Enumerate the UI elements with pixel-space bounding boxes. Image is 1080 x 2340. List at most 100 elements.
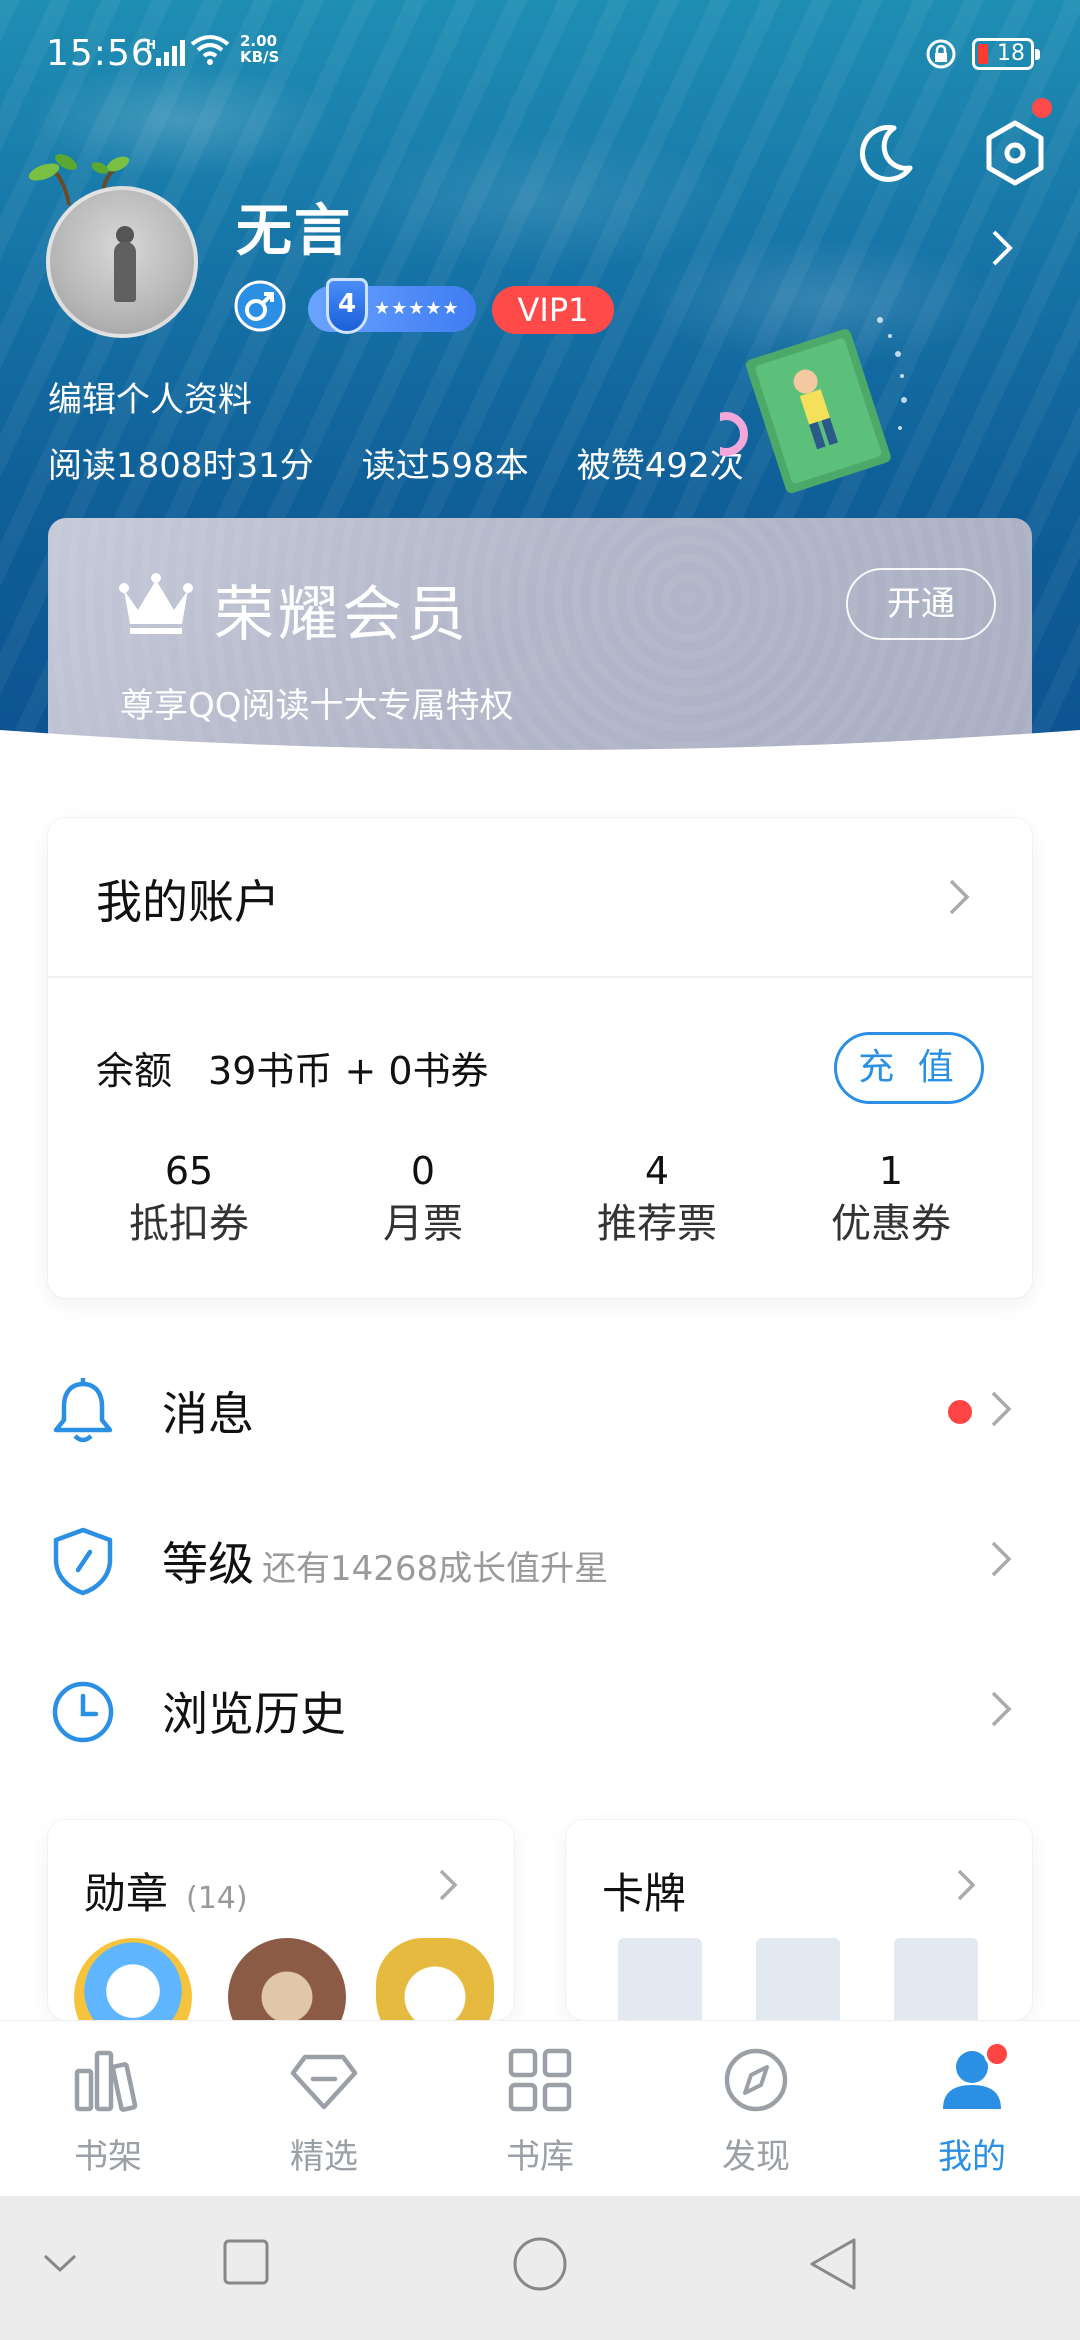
network-speed: 2.00 KB/S (240, 33, 279, 65)
ticket-monthly[interactable]: 0 月票 (306, 1148, 540, 1268)
signal-icon: H (146, 36, 186, 77)
books-read: 读过598本 (361, 446, 529, 486)
male-icon (234, 280, 286, 336)
avatar[interactable] (46, 186, 198, 338)
level-shield-icon: 4 (326, 278, 368, 334)
open-membership-button[interactable]: 开通 (846, 568, 996, 640)
ticket-count: 4 (644, 1149, 670, 1193)
bookshelf-icon (73, 2045, 143, 2119)
ticket-row: 65 抵扣券 0 月票 4 推荐票 1 优惠券 (48, 1148, 1032, 1268)
menu-label: 消息 (162, 1387, 254, 1441)
battery-level: 18 (997, 41, 1025, 66)
balance: 余额 39书币 + 0书券 (96, 1040, 489, 1095)
book-illustration-icon (704, 300, 920, 524)
ticket-count: 1 (878, 1149, 904, 1193)
likes-count: 被赞492次 (576, 446, 744, 486)
ticket-count: 0 (410, 1149, 436, 1193)
compass-icon (721, 2045, 791, 2119)
unread-dot (948, 1400, 972, 1424)
ticket-deduction[interactable]: 65 抵扣券 (72, 1148, 306, 1268)
tab-bookshelf[interactable]: 书架 (0, 2021, 216, 2197)
recharge-button[interactable]: 充 值 (834, 1032, 984, 1104)
chevron-right-icon (438, 1868, 458, 1906)
status-bar: 15:56 H 2.00 KB/S 18 (0, 0, 1080, 110)
shield-icon (50, 1526, 116, 1600)
menu-item-messages[interactable]: 消息 (0, 1334, 1080, 1484)
chevron-right-icon[interactable] (990, 228, 1014, 272)
penguin-medal-icon (74, 1938, 192, 2020)
battery-icon: 18 (972, 38, 1040, 70)
gold-medal-icon (376, 1938, 494, 2020)
ticket-coupon[interactable]: 1 优惠券 (774, 1148, 1008, 1268)
bell-icon (50, 1376, 116, 1450)
crown-icon (118, 572, 194, 640)
tab-library[interactable]: 书库 (432, 2021, 648, 2197)
level-stars: ★★★★★ (374, 298, 460, 319)
ticket-label: 抵扣券 (129, 1201, 249, 1247)
menu-item-level[interactable]: 等级 还有14268成长值升星 (0, 1484, 1080, 1634)
medals-label: 勋章 (84, 1869, 169, 1918)
balance-value: 39书币 + 0书券 (208, 1049, 489, 1093)
tab-label: 书库 (506, 2137, 574, 2177)
clock-icon (50, 1676, 116, 1750)
chevron-right-icon (990, 1540, 1012, 1582)
grid-icon (505, 2045, 575, 2119)
header-wave-divider (0, 730, 1080, 810)
ticket-label: 月票 (383, 1201, 463, 1247)
system-nav-bar (0, 2196, 1080, 2340)
tab-discover[interactable]: 发现 (648, 2021, 864, 2197)
night-mode-icon[interactable] (850, 118, 920, 188)
card-placeholder (894, 1938, 978, 2020)
chevron-down-icon[interactable] (42, 2252, 78, 2280)
diamond-icon (289, 2045, 359, 2119)
tab-mine[interactable]: 我的 (864, 2021, 1080, 2197)
recent-apps-icon[interactable] (222, 2238, 270, 2290)
divider (48, 976, 1032, 978)
reading-stats: 阅读1808时31分 读过598本 被赞492次 (48, 438, 792, 487)
ticket-recommend[interactable]: 4 推荐票 (540, 1148, 774, 1268)
vip-badge[interactable]: VIP1 (492, 286, 614, 334)
tab-label: 精选 (290, 2137, 358, 2177)
card-placeholder (618, 1938, 702, 2020)
account-card: 我的账户 余额 39书币 + 0书券 充 值 65 抵扣券 0 月票 4 推荐票 … (48, 818, 1032, 1298)
menu-label: 浏览历史 (162, 1687, 346, 1741)
ticket-label: 推荐票 (597, 1201, 717, 1247)
chevron-right-icon (956, 1868, 976, 1906)
edit-profile-link[interactable]: 编辑个人资料 (48, 372, 252, 421)
speed-unit: KB/S (240, 48, 280, 66)
tab-label: 我的 (938, 2137, 1006, 2177)
ticket-label: 优惠券 (831, 1201, 951, 1247)
bronze-medal-icon (228, 1938, 346, 2020)
menu-label: 等级 还有14268成长值升星 (162, 1528, 608, 1594)
home-icon[interactable] (512, 2236, 568, 2296)
account-title[interactable]: 我的账户 (96, 866, 280, 932)
medals-count: (14) (186, 1881, 248, 1916)
medals-title: 勋章 (14) (84, 1860, 248, 1921)
wifi-icon (190, 34, 230, 75)
level-progress-text: 还有14268成长值升星 (262, 1549, 609, 1589)
balance-label: 余额 (96, 1049, 173, 1093)
back-icon[interactable] (808, 2236, 858, 2296)
read-time: 阅读1808时31分 (48, 446, 314, 486)
settings-icon[interactable] (980, 98, 1052, 188)
settings-notification-dot (1032, 98, 1052, 118)
ticket-count: 65 (164, 1149, 214, 1193)
rotation-lock-icon (925, 38, 957, 79)
chevron-right-icon[interactable] (948, 878, 970, 920)
menu-item-history[interactable]: 浏览历史 (0, 1634, 1080, 1784)
cards-card[interactable]: 卡牌 (566, 1820, 1032, 2020)
medals-card[interactable]: 勋章 (14) (48, 1820, 514, 2020)
cards-title: 卡牌 (602, 1869, 687, 1918)
tab-label: 发现 (722, 2137, 790, 2177)
chevron-right-icon (990, 1690, 1012, 1732)
profile-header: 15:56 H 2.00 KB/S 18 无言 ★★★★★ 4 VIP1 编辑个… (0, 0, 1080, 760)
status-time: 15:56 (46, 33, 155, 74)
username[interactable]: 无言 (236, 186, 352, 267)
tab-featured[interactable]: 精选 (216, 2021, 432, 2197)
tab-notification-dot (984, 2041, 1010, 2067)
vip-card-title: 荣耀会员 (214, 580, 470, 650)
chevron-right-icon (990, 1390, 1012, 1432)
level-label: 等级 (162, 1537, 254, 1591)
network-type: H (146, 38, 156, 52)
card-placeholder (756, 1938, 840, 2020)
